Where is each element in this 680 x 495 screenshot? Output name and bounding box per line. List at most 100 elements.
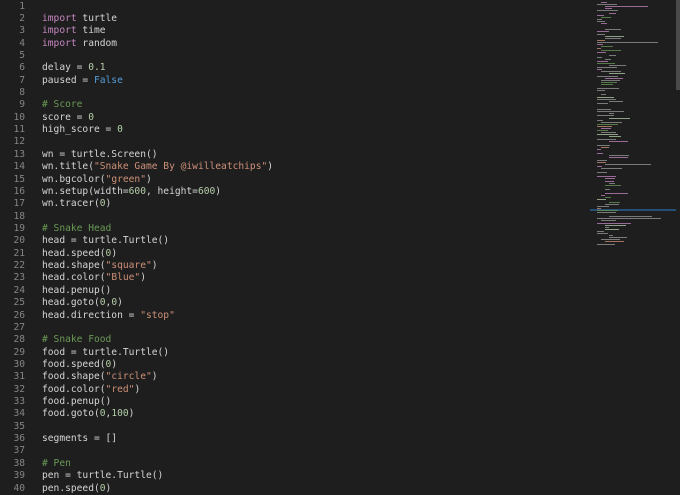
code-token: import [42, 12, 77, 24]
minimap-line [609, 155, 629, 157]
line-code: pen = turtle.Turtle() [42, 470, 163, 482]
code-token: ) [215, 185, 222, 197]
code-token: ) [117, 297, 123, 309]
minimap-line [609, 113, 614, 115]
code-token: # Pen [42, 457, 71, 469]
minimap-line [605, 226, 610, 228]
line-number: 16 [13, 185, 25, 197]
minimap-line [597, 218, 661, 220]
line-number: 21 [13, 247, 25, 259]
code-token: pen = turtle.Turtle() [42, 470, 164, 482]
code-token: "green" [105, 173, 146, 185]
minimap-line [601, 2, 608, 3]
minimap-line [605, 180, 614, 182]
code-token: ) [111, 247, 118, 259]
code-token: import [42, 37, 77, 49]
minimap-line [609, 54, 616, 56]
minimap-line [597, 243, 616, 245]
code-token: head = turtle.Turtle() [42, 235, 170, 247]
line-code: high_score = 0 [42, 124, 123, 136]
code-token: 0 [117, 124, 123, 136]
line-code: food.penup() [42, 396, 111, 408]
minimap-line [605, 184, 622, 186]
minimap-line [605, 35, 625, 37]
code-token: ) [151, 371, 158, 383]
minimap-line [597, 4, 617, 6]
code-token: turtle [76, 12, 118, 24]
minimap-line [597, 69, 602, 71]
code-editor[interactable]: 1 2 import turtle 3 import time 4 import rando… [0, 0, 590, 494]
minimap-line [601, 121, 623, 123]
code-token: import [42, 25, 77, 37]
line-number: 38 [13, 457, 25, 469]
minimap[interactable] [590, 0, 676, 493]
line-number: 39 [13, 470, 25, 482]
minimap-line [605, 197, 611, 199]
minimap-line [597, 165, 603, 167]
line-number: 13 [13, 148, 25, 160]
code-token: 600 [197, 185, 216, 197]
minimap-line [597, 44, 603, 45]
minimap-line [597, 176, 616, 178]
line-number: 22 [13, 260, 25, 272]
minimap-line [597, 39, 605, 41]
minimap-line [597, 134, 618, 136]
minimap-line [601, 71, 622, 73]
line-code: # Snake Food [42, 334, 111, 346]
minimap-line [605, 37, 621, 39]
minimap-line [597, 96, 615, 98]
code-token: ) [111, 358, 118, 370]
line-number: 7 [19, 74, 25, 86]
line-code: head.goto(0,0) [42, 297, 123, 309]
code-token: False [93, 74, 123, 86]
code-token: ) [105, 198, 112, 210]
minimap-line [601, 239, 620, 241]
code-token: ) [145, 173, 152, 185]
minimap-line [605, 228, 620, 230]
minimap-line [609, 117, 631, 119]
code-token: # Score [42, 99, 83, 111]
line-code: wn.setup(width=600, height=600) [42, 186, 221, 198]
minimap-line [597, 20, 606, 22]
line-number: 9 [19, 99, 25, 111]
line-code: food = turtle.Turtle() [42, 347, 169, 359]
minimap-line [601, 79, 620, 81]
minimap-line [597, 33, 606, 35]
code-token: "red" [105, 383, 135, 395]
minimap-line [601, 46, 614, 48]
vertical-scrollbar[interactable] [676, 0, 680, 493]
code-token: head.color( [42, 272, 106, 284]
line-number: 12 [13, 136, 25, 148]
line-number: 14 [13, 161, 25, 173]
minimap-line [609, 201, 621, 203]
code-token: paused = [42, 74, 94, 86]
minimap-line [597, 52, 606, 54]
minimap-line [601, 167, 622, 169]
code-token: "square" [105, 260, 152, 272]
minimap-line [597, 62, 615, 64]
line-code: wn.title("Snake Game By @iwilleatchips") [42, 161, 273, 173]
minimap-line [605, 193, 629, 195]
code-token: wn.tracer( [42, 198, 100, 210]
scrollbar-thumb[interactable] [676, 0, 680, 90]
minimap-line [597, 60, 609, 62]
code-token: ) [134, 383, 141, 395]
line-number: 28 [13, 334, 25, 346]
minimap-line [597, 138, 616, 140]
line-number: 29 [13, 346, 25, 358]
minimap-line [597, 233, 608, 234]
code-token: 100 [111, 408, 129, 420]
line-number: 2 [19, 12, 25, 24]
line-number: 34 [13, 408, 25, 420]
code-token: head.shape( [42, 260, 106, 272]
code-token: head.direction = [42, 309, 141, 321]
code-token: food.speed( [42, 358, 106, 370]
code-token: head.goto( [42, 297, 100, 309]
minimap-line [597, 48, 602, 50]
minimap-line [601, 146, 609, 148]
code-token: wn.setup(width= [42, 185, 129, 197]
line-code: import time [42, 25, 106, 37]
line-code: # Snake Head [42, 223, 111, 235]
code-token: high_score = [42, 124, 118, 136]
line-code: import turtle [42, 13, 117, 25]
